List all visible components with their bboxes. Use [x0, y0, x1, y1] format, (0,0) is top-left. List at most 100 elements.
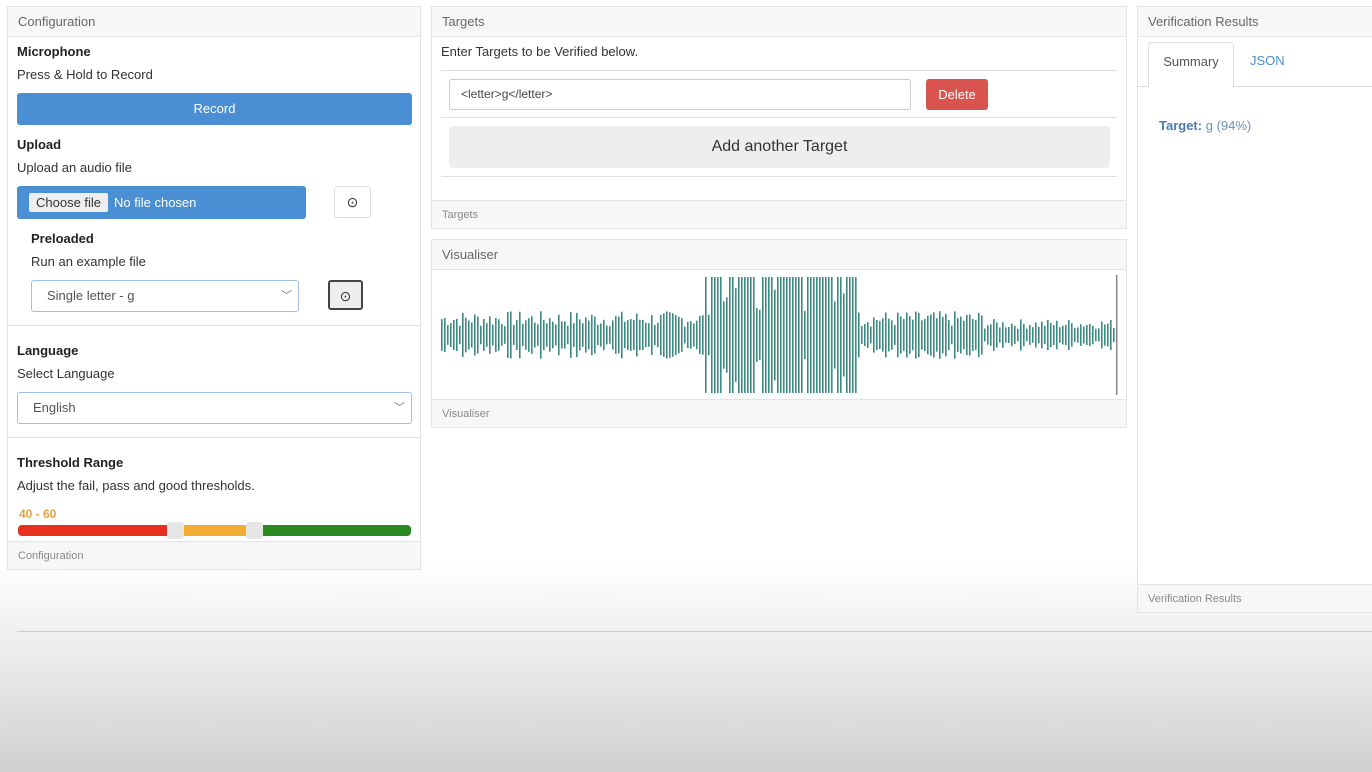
- add-target-button[interactable]: Add another Target: [449, 126, 1110, 168]
- waveform-bar: [639, 319, 641, 351]
- waveform-bar: [612, 320, 614, 350]
- waveform-bar: [1029, 325, 1031, 345]
- play-circle-icon: ⊙: [346, 194, 359, 210]
- waveform-bar: [855, 277, 857, 393]
- waveform-bar: [708, 314, 710, 356]
- waveform-bar: [672, 313, 674, 357]
- waveform-bar: [1035, 322, 1037, 348]
- waveform-bar: [999, 327, 1001, 343]
- waveform-bar: [972, 318, 974, 352]
- waveform-bar: [681, 318, 683, 352]
- waveform-bar: [924, 319, 926, 351]
- waveform-bar: [702, 315, 704, 355]
- waveform-bar: [897, 312, 899, 358]
- waveform-bar: [933, 312, 935, 358]
- waveform-bar: [573, 323, 575, 347]
- panel-header: Visualiser: [432, 240, 1126, 270]
- waveform-bar: [498, 319, 500, 351]
- low-threshold-handle[interactable]: [167, 522, 185, 539]
- waveform-bar: [1011, 323, 1013, 347]
- record-button[interactable]: Record: [17, 93, 412, 125]
- waveform-bar: [894, 325, 896, 345]
- high-threshold-handle[interactable]: [245, 522, 263, 539]
- waveform-bar: [1017, 328, 1019, 342]
- waveform-bar: [1032, 327, 1034, 343]
- language-heading: Language: [17, 343, 79, 358]
- waveform-bar: [1002, 322, 1004, 348]
- play-preloaded-button[interactable]: ⊙: [328, 280, 363, 310]
- waveform-bar: [807, 277, 809, 393]
- waveform-bar: [564, 321, 566, 349]
- tab-json[interactable]: JSON: [1250, 42, 1285, 80]
- waveform-bar: [843, 293, 845, 377]
- upload-heading: Upload: [17, 137, 62, 152]
- waveform-bar: [930, 314, 932, 356]
- waveform-bar: [831, 277, 833, 393]
- waveform-bar: [717, 277, 719, 393]
- waveform-bar: [828, 277, 830, 393]
- file-input[interactable]: Choose file No file chosen: [17, 186, 306, 219]
- waveform-bar: [531, 316, 533, 354]
- waveform-bar: [912, 319, 914, 351]
- waveform-bar: [1071, 323, 1073, 347]
- waveform-bar: [624, 321, 626, 349]
- waveform-bar: [744, 277, 746, 393]
- target-result: Target: g (94%): [1159, 118, 1251, 133]
- waveform-bar: [951, 325, 953, 345]
- waveform-bar: [867, 322, 869, 348]
- waveform-bar: [852, 277, 854, 393]
- waveform-bar: [675, 315, 677, 355]
- waveform-bar: [618, 316, 620, 354]
- waveform-bar: [846, 277, 848, 393]
- waveform-bar: [456, 318, 458, 352]
- waveform-bar: [984, 328, 986, 342]
- tab-summary[interactable]: Summary: [1148, 42, 1234, 87]
- waveform-bar: [615, 316, 617, 354]
- delete-target-button[interactable]: Delete: [926, 79, 988, 110]
- language-select[interactable]: English ﹀: [17, 392, 412, 424]
- waveform-bar: [696, 320, 698, 350]
- waveform-bar: [993, 319, 995, 351]
- target-input[interactable]: <letter>g</letter>: [449, 79, 911, 110]
- threshold-slider[interactable]: [18, 522, 411, 539]
- waveform-bar: [519, 311, 521, 359]
- waveform-bar: [480, 325, 482, 345]
- waveform-bar: [1059, 327, 1061, 343]
- play-upload-button[interactable]: ⊙: [334, 186, 371, 218]
- waveform-bar: [699, 316, 701, 354]
- waveform-bar: [606, 325, 608, 345]
- waveform-bar: [849, 277, 851, 393]
- panel-footer: Targets: [432, 200, 1126, 228]
- preloaded-select[interactable]: Single letter - g ﹀: [31, 280, 299, 312]
- waveform-bar: [954, 311, 956, 359]
- waveform-bar: [819, 277, 821, 393]
- waveform-bar: [678, 316, 680, 354]
- waveform: [441, 275, 1118, 395]
- waveform-bar: [525, 320, 527, 350]
- choose-file-button[interactable]: Choose file: [29, 193, 109, 212]
- waveform-bar: [1038, 326, 1040, 344]
- threshold-heading: Threshold Range: [17, 455, 124, 470]
- waveform-bar: [885, 312, 887, 358]
- waveform-bar: [630, 319, 632, 351]
- waveform-bar: [567, 325, 569, 345]
- waveform-bar: [555, 324, 557, 346]
- waveform-bar: [453, 319, 455, 351]
- waveform-bar: [522, 323, 524, 347]
- waveform-bar: [609, 326, 611, 344]
- waveform-bar: [510, 311, 512, 359]
- waveform-bar: [768, 277, 770, 393]
- waveform-bar: [1056, 320, 1058, 350]
- waveform-bar: [459, 325, 461, 345]
- visualiser-panel: Visualiser Visualiser: [431, 239, 1127, 428]
- waveform-bar: [783, 277, 785, 393]
- panel-header: Verification Results: [1138, 7, 1372, 37]
- waveform-bar: [1014, 325, 1016, 345]
- waveform-bar: [1086, 324, 1088, 346]
- chevron-down-icon: ﹀: [281, 290, 292, 302]
- results-panel: Verification Results Summary JSON Target…: [1137, 6, 1372, 613]
- waveform-bar: [798, 277, 800, 393]
- threshold-value: 40 - 60: [19, 507, 57, 521]
- waveform-bar: [684, 326, 686, 344]
- waveform-bar: [477, 316, 479, 354]
